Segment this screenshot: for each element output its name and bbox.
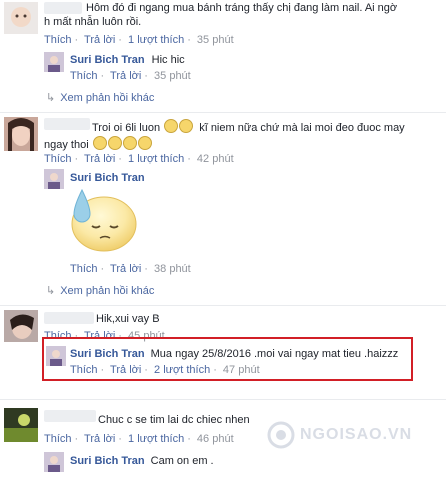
see-more-replies[interactable]: ↳ Xem phản hồi khác bbox=[46, 91, 154, 104]
nature-photo-icon bbox=[4, 408, 38, 442]
see-more-replies[interactable]: ↳ Xem phản hồi khác bbox=[46, 284, 154, 297]
comment-text-cont: h mất nhẫn luôn rồi. bbox=[44, 16, 142, 28]
reply-actions: Thích · Trả lời · 38 phút bbox=[70, 263, 191, 275]
reply-line: Suri Bich Tran Hic hic bbox=[70, 54, 185, 66]
reply-avatar[interactable] bbox=[46, 346, 66, 366]
reply-link[interactable]: Trả lời bbox=[84, 34, 115, 46]
reply-avatar[interactable] bbox=[44, 452, 64, 472]
profile-photo-icon bbox=[46, 346, 66, 366]
emoji-icon bbox=[164, 119, 179, 133]
watermark-text: NGOISAO.VN bbox=[300, 426, 413, 443]
emoji-icon bbox=[137, 136, 152, 150]
profile-photo-icon bbox=[44, 169, 64, 189]
reply-author[interactable]: Suri Bich Tran bbox=[70, 172, 145, 184]
user-photo-icon bbox=[4, 310, 38, 342]
commenter-avatar[interactable] bbox=[4, 408, 38, 442]
reply-link[interactable]: Trả lời bbox=[110, 263, 141, 275]
blurred-author-name bbox=[44, 312, 94, 324]
watermark-logo-icon bbox=[266, 420, 296, 453]
reply-actions: Thích · Trả lời · 2 lượt thích · 47 phút bbox=[70, 364, 260, 376]
comment-text: Hik,xui vay B bbox=[96, 313, 160, 325]
reply-author[interactable]: Suri Bich Tran bbox=[70, 455, 145, 467]
baby-photo-icon bbox=[4, 2, 38, 34]
reply-text: Hic hic bbox=[151, 54, 185, 66]
reply-link[interactable]: Trả lời bbox=[84, 433, 115, 445]
reply-arrow-icon: ↳ bbox=[46, 285, 56, 297]
timestamp[interactable]: 35 phút bbox=[197, 34, 234, 46]
timestamp[interactable]: 46 phút bbox=[197, 433, 234, 445]
woman-photo-icon bbox=[4, 117, 38, 151]
like-link[interactable]: Thích bbox=[44, 153, 72, 165]
emoji-icon bbox=[107, 136, 122, 150]
comment-actions: Thích · Trả lời · 1 lượt thích · 42 phút bbox=[44, 153, 234, 165]
profile-photo-icon bbox=[44, 52, 64, 72]
sticker-sweat-face-icon bbox=[62, 186, 138, 256]
blurred-author-name bbox=[44, 118, 90, 130]
like-link[interactable]: Thích bbox=[44, 433, 72, 445]
divider bbox=[0, 399, 446, 400]
blurred-author-name bbox=[44, 2, 82, 14]
emoji-icon bbox=[179, 119, 194, 133]
likes-count[interactable]: 1 lượt thích bbox=[128, 34, 184, 46]
reply-text: Cam on em . bbox=[150, 455, 214, 467]
like-link[interactable]: Thích bbox=[70, 70, 98, 82]
comment-text-cont: ngay thoi bbox=[44, 136, 152, 151]
comment-text: Troi oi 6li luon kĩ niem nữa chứ mà lai … bbox=[92, 119, 405, 134]
reply-avatar[interactable] bbox=[44, 169, 64, 189]
emoji-icon bbox=[92, 136, 107, 150]
reply-author[interactable]: Suri Bich Tran bbox=[70, 348, 145, 360]
timestamp[interactable]: 35 phút bbox=[154, 70, 191, 82]
reply-line: Suri Bich Tran Mua ngay 25/8/2016 .moi v… bbox=[70, 348, 398, 360]
like-link[interactable]: Thích bbox=[70, 263, 98, 275]
timestamp[interactable]: 47 phút bbox=[223, 364, 260, 376]
likes-count[interactable]: 1 lượt thích bbox=[128, 433, 184, 445]
reply-link[interactable]: Trả lời bbox=[84, 153, 115, 165]
comment-actions: Thích · Trả lời · 1 lượt thích · 46 phút bbox=[44, 433, 234, 445]
timestamp[interactable]: 42 phút bbox=[197, 153, 234, 165]
blurred-author-name bbox=[44, 410, 96, 422]
emoji-icon bbox=[122, 136, 137, 150]
like-link[interactable]: Thích bbox=[70, 364, 98, 376]
timestamp[interactable]: 38 phút bbox=[154, 263, 191, 275]
comment-text: Hôm đó đi ngang mua bánh tráng thấy chị … bbox=[86, 2, 398, 14]
reply-avatar[interactable] bbox=[44, 52, 64, 72]
divider bbox=[0, 305, 446, 306]
reply-author[interactable]: Suri Bich Tran bbox=[70, 54, 145, 66]
comment-text: Chuc c se tim lai dc chiec nhen bbox=[98, 414, 250, 426]
profile-photo-icon bbox=[44, 452, 64, 472]
commenter-avatar[interactable] bbox=[4, 117, 38, 151]
comment-actions: Thích · Trả lời · 1 lượt thích · 35 phút bbox=[44, 34, 234, 46]
reply-actions: Thích · Trả lời · 35 phút bbox=[70, 70, 191, 82]
likes-count[interactable]: 1 lượt thích bbox=[128, 153, 184, 165]
likes-count[interactable]: 2 lượt thích bbox=[154, 364, 210, 376]
commenter-avatar[interactable] bbox=[4, 2, 38, 34]
reply-text: Mua ngay 25/8/2016 .moi vai ngay mat tie… bbox=[150, 348, 399, 360]
reply-line: Suri Bich Tran bbox=[70, 172, 145, 184]
commenter-avatar[interactable] bbox=[4, 310, 38, 342]
reply-arrow-icon: ↳ bbox=[46, 92, 56, 104]
divider bbox=[0, 112, 446, 113]
reply-line: Suri Bich Tran Cam on em . bbox=[70, 455, 214, 467]
reply-link[interactable]: Trả lời bbox=[110, 70, 141, 82]
reply-link[interactable]: Trả lời bbox=[110, 364, 141, 376]
like-link[interactable]: Thích bbox=[44, 34, 72, 46]
